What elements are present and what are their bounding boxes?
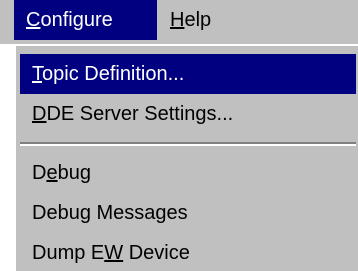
menu-configure-mnemonic: C — [26, 9, 41, 31]
menu-item-text-before: Debug Messages — [32, 202, 188, 224]
menu-item-debug-messages[interactable]: Debug Messages — [20, 193, 356, 233]
menu-item-mnemonic: W — [104, 242, 124, 264]
menu-help-mnemonic: H — [170, 9, 185, 31]
menu-separator — [20, 142, 356, 146]
menu-item-dump-ew-device[interactable]: Dump EW Device — [20, 233, 356, 271]
menu-help[interactable]: Help — [158, 0, 248, 40]
menu-item-mnemonic: T — [32, 63, 42, 85]
menu-configure[interactable]: Configure — [14, 0, 157, 40]
menu-bar: Configure Help — [0, 0, 358, 44]
menu-item-text-after: bug — [57, 162, 91, 184]
menu-item-dde-server-settings[interactable]: DDE Server Settings... — [20, 94, 356, 134]
menu-item-text-after: DE Server Settings... — [46, 103, 234, 125]
menu-item-text-after: Device — [123, 242, 190, 264]
menu-item-topic-definition[interactable]: Topic Definition... — [20, 54, 356, 94]
menu-help-label: elp — [184, 9, 212, 31]
menu-item-text-before: D — [32, 162, 47, 184]
menu-item-mnemonic: e — [46, 162, 58, 184]
configure-dropdown-menu: Topic Definition... DDE Server Settings.… — [14, 44, 358, 271]
menu-item-debug[interactable]: Debug — [20, 153, 356, 193]
menu-item-text-before: Dump E — [32, 242, 105, 264]
menu-configure-label: onfigure — [40, 9, 113, 31]
menu-item-mnemonic: D — [32, 103, 47, 125]
menu-item-text-after: opic Definition... — [42, 63, 185, 85]
